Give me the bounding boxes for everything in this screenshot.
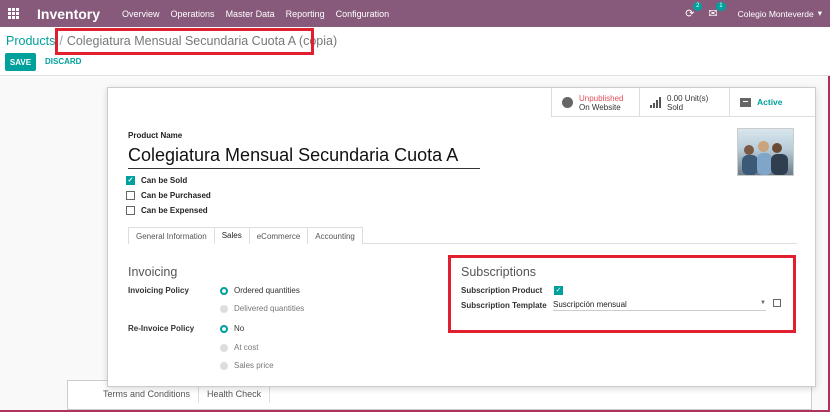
menu-master-data[interactable]: Master Data <box>226 9 275 19</box>
tab-general-information[interactable]: General Information <box>128 227 215 244</box>
radio-delivered-quantities[interactable]: Delivered quantities <box>220 304 304 313</box>
tab-sales[interactable]: Sales <box>213 227 250 244</box>
menu-reporting[interactable]: Reporting <box>286 9 325 19</box>
activity-badge: 2 <box>693 2 703 11</box>
main-menu: Overview Operations Master Data Reportin… <box>122 9 389 19</box>
bottom-tabs: Terms and Conditions Health Check <box>95 385 271 403</box>
company-switcher[interactable]: Colegio Monteverde ▾ <box>738 8 822 19</box>
top-navbar: Inventory Overview Operations Master Dat… <box>0 0 830 27</box>
tab-accounting[interactable]: Accounting <box>307 227 363 244</box>
breadcrumb-products-link[interactable]: Products <box>6 34 55 48</box>
systray: ⟳ 2 ✉ 1 Colegio Monteverde ▾ <box>685 0 822 27</box>
archive-icon <box>740 98 751 107</box>
form-sheet: Unpublished On Website 0.00 Unit(s) Sold… <box>107 87 816 387</box>
product-name-label: Product Name <box>128 131 183 140</box>
company-name: Colegio Monteverde <box>737 8 814 19</box>
notebook-tabs: General Information Sales eCommerce Acco… <box>128 227 797 244</box>
radio-label: Delivered quantities <box>234 304 305 313</box>
can-be-purchased-label: Can be Purchased <box>141 191 211 200</box>
radio-reinvoice-no[interactable]: No <box>220 324 244 333</box>
menu-operations[interactable]: Operations <box>171 9 215 19</box>
app-title[interactable]: Inventory <box>37 6 100 22</box>
tab-ecommerce[interactable]: eCommerce <box>248 227 309 244</box>
invoicing-title: Invoicing <box>128 265 178 279</box>
tab-terms-and-conditions[interactable]: Terms and Conditions <box>95 385 200 403</box>
messages-badge: 1 <box>716 2 726 11</box>
reinvoice-policy-label: Re-Invoice Policy <box>128 324 195 333</box>
menu-overview[interactable]: Overview <box>122 9 160 19</box>
can-be-sold-checkbox[interactable]: ✓ <box>126 176 135 185</box>
radio-reinvoice-at-cost[interactable]: At cost <box>220 343 258 352</box>
active-label: Active <box>757 97 783 107</box>
menu-configuration[interactable]: Configuration <box>336 9 390 19</box>
messages-icon[interactable]: ✉ 1 <box>708 2 726 20</box>
can-be-expensed-label: Can be Expensed <box>141 206 208 215</box>
can-be-expensed-checkbox[interactable] <box>126 206 135 215</box>
active-toggle-button[interactable]: Active <box>729 88 815 117</box>
radio-label: Ordered quantities <box>234 286 300 295</box>
can-be-purchased-checkbox[interactable] <box>126 191 135 200</box>
sold-label: Sold <box>667 102 684 112</box>
globe-icon <box>562 97 573 108</box>
radio-ordered-quantities[interactable]: Ordered quantities <box>220 286 300 295</box>
smart-button-box: Unpublished On Website 0.00 Unit(s) Sold… <box>551 88 815 117</box>
can-be-sold-row[interactable]: ✓ Can be Sold <box>126 176 187 185</box>
radio-label: Sales price <box>234 361 274 370</box>
activity-icon[interactable]: ⟳ 2 <box>685 2 703 20</box>
radio-icon <box>220 304 228 313</box>
can-be-expensed-row[interactable]: Can be Expensed <box>126 206 208 215</box>
website-sub: On Website <box>579 102 621 112</box>
can-be-sold-label: Can be Sold <box>141 176 188 185</box>
radio-label: At cost <box>234 343 259 352</box>
chevron-down-icon: ▾ <box>817 8 822 18</box>
bar-chart-icon <box>650 97 661 108</box>
save-button[interactable]: SAVE <box>5 53 36 71</box>
product-image[interactable] <box>737 128 794 176</box>
website-publish-button[interactable]: Unpublished On Website <box>551 88 639 117</box>
highlight-box-subscriptions <box>448 255 796 333</box>
radio-label: No <box>234 324 245 333</box>
website-status: Unpublished <box>579 93 624 103</box>
discard-button[interactable]: DISCARD <box>45 57 81 66</box>
sold-value: 0.00 Unit(s) <box>667 93 709 103</box>
apps-menu-icon[interactable] <box>0 0 26 27</box>
can-be-purchased-row[interactable]: Can be Purchased <box>126 191 211 200</box>
radio-icon <box>220 324 228 333</box>
radio-icon <box>220 361 228 370</box>
tab-health-check[interactable]: Health Check <box>199 385 271 403</box>
invoicing-policy-label: Invoicing Policy <box>128 286 189 295</box>
highlight-box-title <box>55 28 314 55</box>
radio-icon <box>220 343 228 352</box>
radio-icon <box>220 286 228 295</box>
radio-reinvoice-sales-price[interactable]: Sales price <box>220 361 274 370</box>
product-name-input[interactable]: Colegiatura Mensual Secundaria Cuota A <box>128 145 480 169</box>
control-panel: Products / Colegiatura Mensual Secundari… <box>0 27 830 76</box>
sold-button[interactable]: 0.00 Unit(s) Sold <box>639 88 729 117</box>
